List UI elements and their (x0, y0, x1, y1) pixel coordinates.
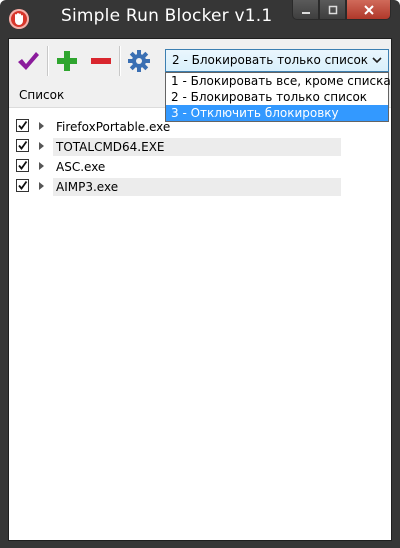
expand-arrow-icon[interactable] (39, 162, 44, 170)
list-item[interactable]: ASC.exe (9, 157, 391, 177)
app-window: Simple Run Blocker v1.1 2 - Блокировать … (0, 0, 400, 548)
item-checkbox[interactable] (16, 159, 29, 172)
minimize-icon[interactable] (292, 0, 319, 20)
program-list: FirefoxPortable.exe TOTALCMD64.EXE ASC.e… (9, 117, 391, 197)
expand-arrow-icon[interactable] (39, 122, 44, 130)
item-checkbox[interactable] (16, 139, 29, 152)
window-title: Simple Run Blocker v1.1 (61, 6, 273, 26)
mode-select[interactable]: 2 - Блокировать только список (165, 49, 389, 72)
item-checkbox[interactable] (16, 119, 29, 132)
title-bar[interactable]: Simple Run Blocker v1.1 (0, 0, 400, 38)
mode-option-3[interactable]: 3 - Отключить блокировку (166, 105, 388, 121)
plus-icon[interactable] (54, 48, 80, 74)
mode-option-1[interactable]: 1 - Блокировать все, кроме списка (166, 73, 391, 89)
expand-arrow-icon[interactable] (39, 182, 44, 190)
item-label: TOTALCMD64.EXE (53, 138, 341, 156)
client-area: 2 - Блокировать только список 1 - Блокир… (8, 38, 392, 541)
item-label: AIMP3.exe (53, 178, 341, 196)
item-label: ASC.exe (56, 160, 106, 174)
mode-dropdown-list: 1 - Блокировать все, кроме списка 2 - Бл… (165, 72, 391, 122)
window-controls (292, 0, 391, 20)
maximize-icon[interactable] (319, 0, 346, 20)
mode-select-value: 2 - Блокировать только список (172, 53, 369, 67)
toolbar-separator (119, 46, 121, 76)
list-header-label: Список (19, 88, 65, 102)
toolbar-separator (47, 46, 49, 76)
stop-hand-icon (9, 9, 29, 29)
list-item[interactable]: TOTALCMD64.EXE (9, 137, 391, 157)
item-checkbox[interactable] (16, 179, 29, 192)
expand-arrow-icon[interactable] (39, 142, 44, 150)
close-icon[interactable] (346, 0, 391, 20)
gear-icon[interactable] (126, 48, 152, 74)
mode-option-2[interactable]: 2 - Блокировать только список (166, 89, 388, 105)
checkmark-icon[interactable] (15, 48, 41, 74)
list-item[interactable]: AIMP3.exe (9, 177, 391, 197)
minus-icon[interactable] (88, 48, 114, 74)
